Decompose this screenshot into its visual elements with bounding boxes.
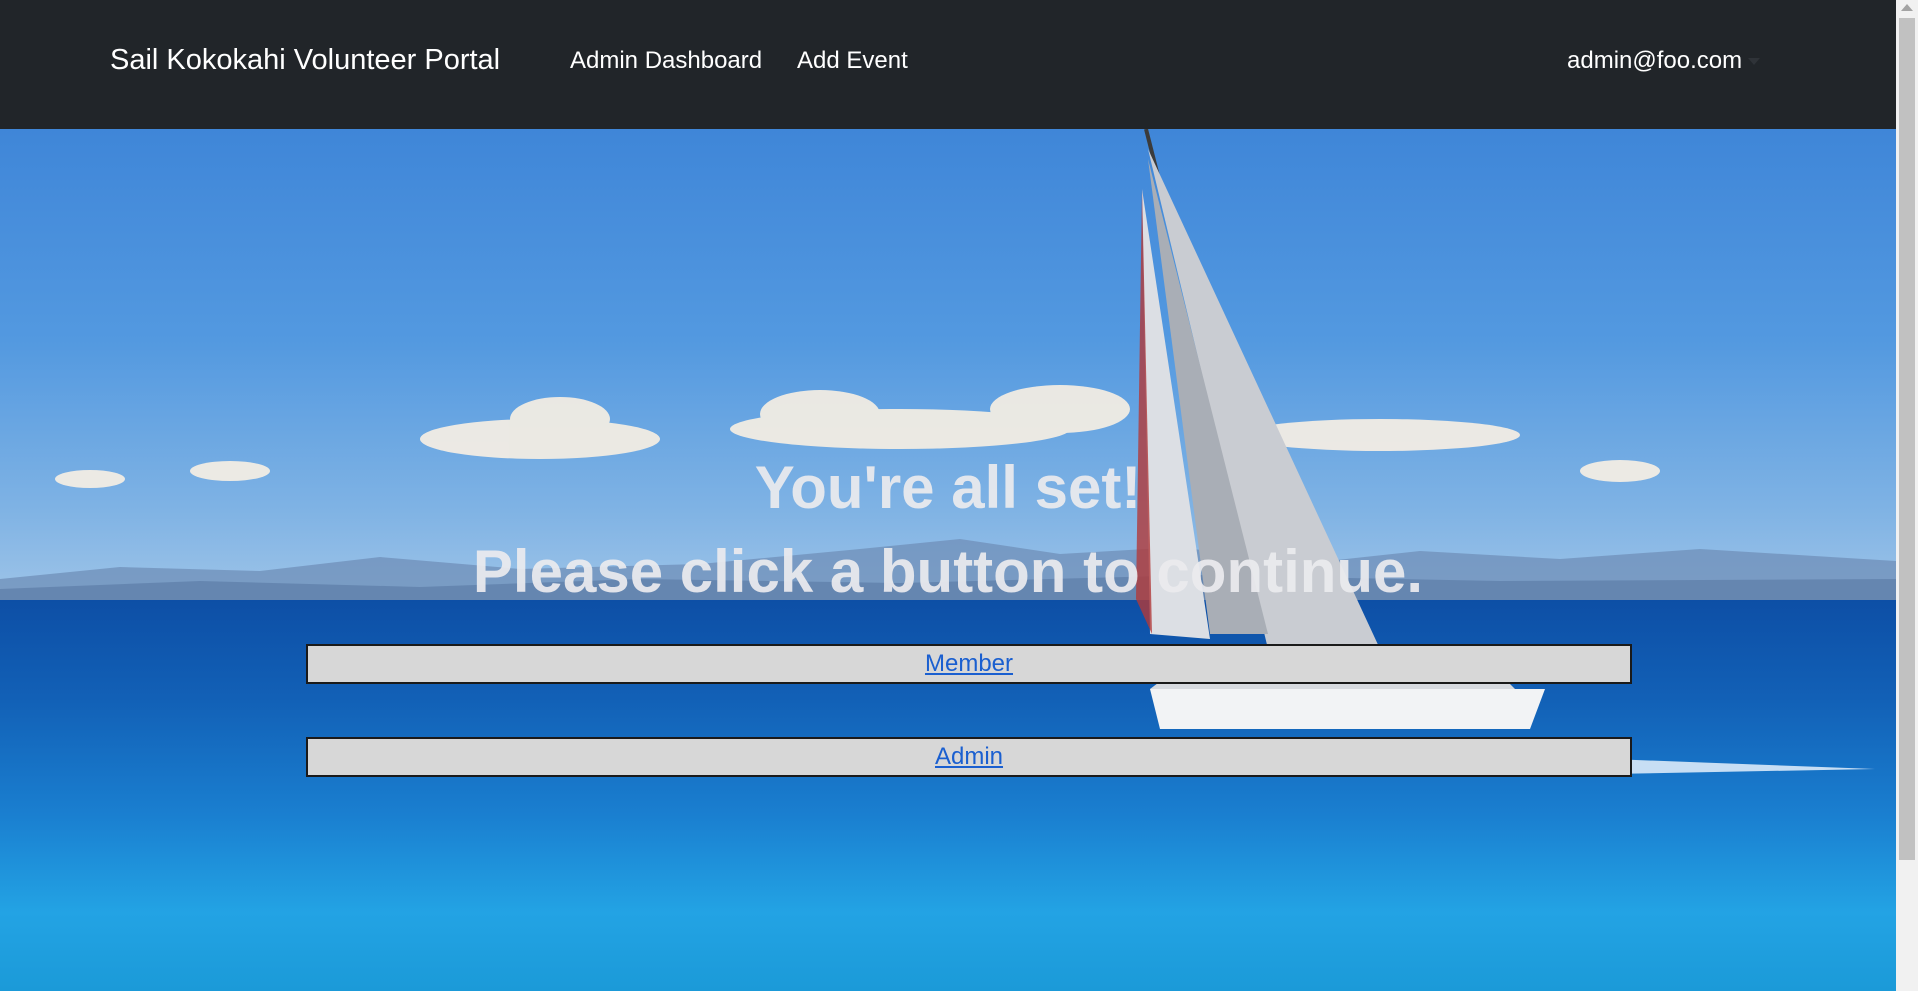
user-menu-dropdown[interactable]: admin@foo.com xyxy=(1567,47,1761,75)
hero-section: You're all set! Please click a button to… xyxy=(0,129,1896,991)
admin-link[interactable]: Admin xyxy=(935,743,1003,770)
scrollbar-thumb[interactable] xyxy=(1899,18,1915,860)
brand-link[interactable]: Sail Kokokahi Volunteer Portal xyxy=(110,44,500,77)
scroll-up-arrow-icon[interactable] xyxy=(1901,4,1913,11)
user-email: admin@foo.com xyxy=(1567,47,1743,74)
caret-down-icon xyxy=(1748,58,1761,66)
nav-admin-dashboard[interactable]: Admin Dashboard xyxy=(570,47,762,75)
hero-headline: You're all set! xyxy=(754,454,1142,521)
member-link[interactable]: Member xyxy=(925,650,1013,677)
nav-add-event[interactable]: Add Event xyxy=(797,47,908,75)
admin-button[interactable]: Admin xyxy=(306,737,1632,777)
top-navbar: Sail Kokokahi Volunteer Portal Admin Das… xyxy=(0,0,1896,129)
vertical-scrollbar[interactable] xyxy=(1896,0,1918,991)
member-button[interactable]: Member xyxy=(306,644,1632,684)
hero-subheadline: Please click a button to continue. xyxy=(472,538,1424,605)
